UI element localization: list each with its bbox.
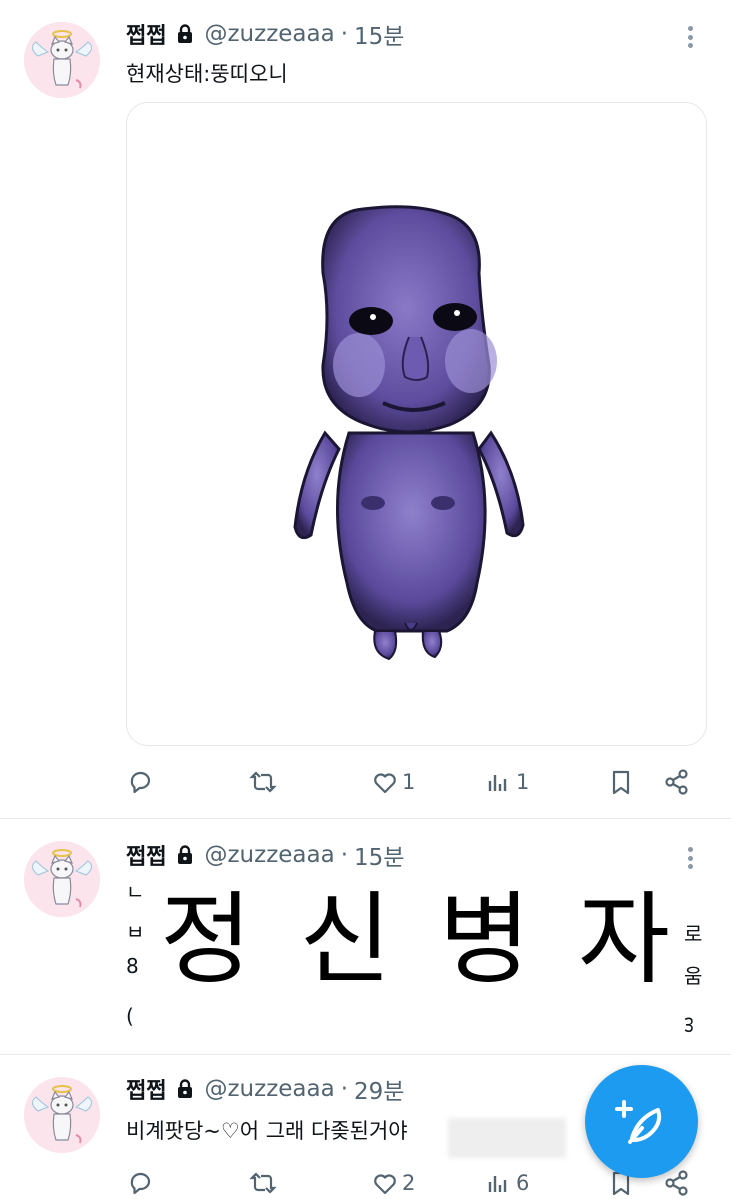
share-icon — [665, 1170, 688, 1196]
views-button[interactable]: 1 — [484, 760, 529, 804]
views-button[interactable]: 6 — [484, 1161, 529, 1199]
hidden-text-fragment: ( — [126, 1004, 134, 1028]
heart-icon — [374, 773, 396, 794]
display-name[interactable]: 쩝쩝 — [126, 18, 166, 50]
more-vertical-icon[interactable] — [682, 843, 698, 873]
lock-icon — [174, 844, 196, 866]
overlay-caption: 정 신 병 자 — [160, 880, 670, 1000]
tweet-header: 쩝쩝 @zuzzeaaa · 29분 — [126, 1071, 404, 1107]
reply-button[interactable] — [126, 1161, 156, 1199]
reply-icon — [130, 771, 151, 794]
tweet-image[interactable] — [126, 102, 707, 746]
hidden-text-fragment: 8 — [126, 954, 139, 978]
reply-icon — [130, 1172, 151, 1195]
like-count: 1 — [402, 770, 416, 794]
separator-dot: · — [340, 1076, 349, 1102]
views-icon — [488, 775, 507, 791]
heart-icon — [374, 1174, 396, 1195]
avatar[interactable] — [24, 841, 100, 917]
overlay-char: 신 — [299, 881, 392, 998]
timestamp[interactable]: 29분 — [354, 1072, 404, 1106]
reply-button[interactable] — [126, 760, 156, 804]
views-count: 1 — [516, 770, 530, 794]
hidden-text-fragment: ㅂ — [126, 920, 145, 944]
overlay-char: 정 — [160, 881, 252, 998]
avatar-angel-cat-image — [24, 1077, 100, 1153]
hidden-text-fragment: 로 — [684, 922, 703, 946]
retweet-button[interactable] — [248, 1161, 278, 1199]
tweet-text: 현재상태:뚱띠오니 — [126, 62, 288, 86]
tweet-1[interactable]: 쩝쩝 @zuzzeaaa · 15분 현재상태:뚱띠오니 1 1 — [0, 0, 731, 818]
bookmark-icon — [612, 770, 630, 795]
avatar[interactable] — [24, 1077, 100, 1153]
display-name[interactable]: 쩝쩝 — [126, 839, 166, 871]
retweet-icon — [249, 771, 277, 793]
tweet-actions: 1 1 — [0, 760, 731, 804]
bookmark-button[interactable] — [606, 760, 636, 804]
hidden-text-fragment: ㄴ — [126, 880, 145, 904]
tweet-header: 쩝쩝 @zuzzeaaa · 15분 — [126, 16, 404, 52]
tweet-header: 쩝쩝 @zuzzeaaa · 15분 — [126, 837, 404, 873]
avatar-angel-cat-image — [24, 841, 100, 917]
like-button[interactable]: 1 — [370, 760, 415, 804]
share-icon — [665, 769, 688, 795]
avatar[interactable] — [24, 22, 100, 98]
separator-dot: · — [340, 21, 349, 47]
overlay-char: 자 — [577, 881, 670, 998]
like-count: 2 — [402, 1171, 416, 1195]
user-handle[interactable]: @zuzzeaaa — [204, 1076, 334, 1102]
lock-icon — [174, 1078, 196, 1100]
hidden-text-fragment: ᢃ — [684, 1014, 694, 1038]
user-handle[interactable]: @zuzzeaaa — [204, 842, 334, 868]
hidden-text-fragment: 움 — [684, 964, 703, 988]
timestamp[interactable]: 15분 — [354, 838, 404, 872]
compose-feather-icon — [614, 1099, 661, 1144]
display-name[interactable]: 쩝쩝 — [126, 1073, 166, 1105]
user-handle[interactable]: @zuzzeaaa — [204, 21, 334, 47]
like-button[interactable]: 2 — [370, 1161, 415, 1199]
share-button[interactable] — [662, 760, 692, 804]
overlay-char: 병 — [438, 881, 531, 998]
avatar-angel-cat-image — [24, 22, 100, 98]
timestamp[interactable]: 15분 — [354, 17, 404, 51]
tweet-text: 비계팟당~♡어 그래 다좆된거야 — [126, 1119, 408, 1143]
separator-dot: · — [340, 842, 349, 868]
lock-icon — [174, 23, 196, 45]
more-vertical-icon[interactable] — [682, 22, 698, 52]
views-icon — [488, 1176, 507, 1192]
compose-button[interactable] — [585, 1065, 698, 1178]
views-count: 6 — [516, 1171, 530, 1195]
retweet-icon — [249, 1172, 277, 1194]
redacted-text-blur — [448, 1118, 566, 1158]
retweet-button[interactable] — [248, 760, 278, 804]
purple-figure-image — [293, 205, 525, 661]
